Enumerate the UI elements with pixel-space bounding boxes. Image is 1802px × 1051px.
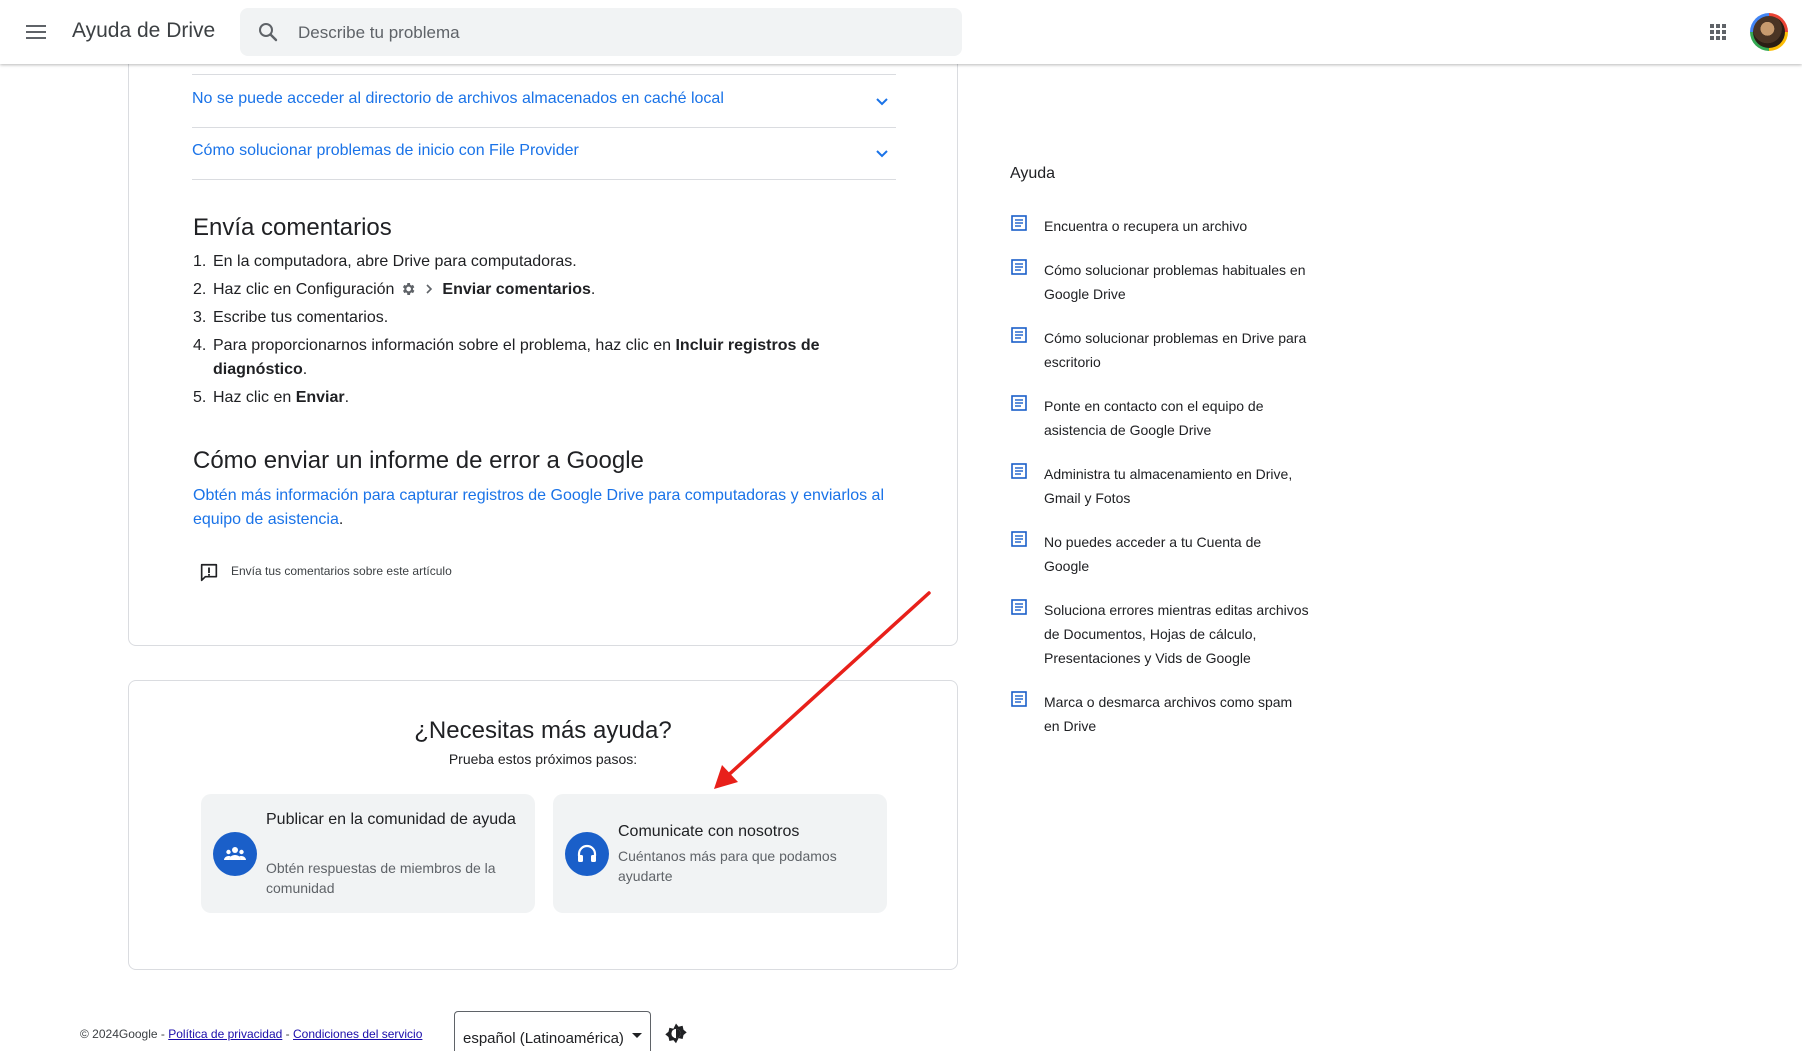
step-text: .	[302, 361, 308, 378]
search-icon	[259, 23, 278, 42]
step-text: Haz clic en Configuración	[213, 281, 395, 298]
step-bold-text: Enviar	[295, 389, 345, 406]
brightness-icon	[665, 1023, 687, 1044]
list-item: 2. Haz clic en Configuración Enviar comen…	[193, 278, 893, 302]
step-text: Para proporcionarnos información sobre e…	[213, 337, 676, 354]
accordion-item-cache-directory[interactable]: No se puede acceder al directorio de arc…	[192, 74, 896, 128]
search-box[interactable]	[240, 8, 962, 58]
sidebar-item-label: No puedes acceder a tu Cuenta de Google	[1044, 534, 1262, 574]
article-icon	[1011, 531, 1027, 547]
article-icon	[1011, 395, 1027, 411]
accordion-item-label: Cómo solucionar problemas de inicio con …	[192, 142, 579, 159]
feedback-icon	[200, 563, 218, 582]
step-text: .	[590, 281, 596, 298]
sidebar-title: Ayuda	[1010, 165, 1056, 182]
main-menu-button[interactable]	[20, 18, 52, 46]
app-title[interactable]: Ayuda de Drive	[72, 19, 215, 43]
section-heading-feedback: Envía comentarios	[193, 214, 392, 241]
step-text: Escribe tus comentarios.	[213, 309, 389, 326]
theme-toggle-button[interactable]	[664, 1022, 688, 1046]
sidebar-item-label: Cómo solucionar problemas en Drive para …	[1044, 330, 1307, 370]
copyright-text: © 2024Google	[80, 1027, 158, 1041]
paragraph-suffix: .	[338, 511, 344, 528]
contact-us-option-button[interactable]: Comunicate con nosotros Cuéntanos más pa…	[553, 794, 887, 913]
chevron-down-icon	[876, 150, 888, 158]
feedback-steps-list: 1. En la computadora, abre Drive para co…	[193, 250, 893, 414]
capture-logs-link[interactable]: Obtén más información para capturar regi…	[193, 487, 884, 528]
accordion-item-file-provider[interactable]: Cómo solucionar problemas de inicio con …	[192, 127, 896, 180]
sidebar-item-label: Ponte en contacto con el equipo de asist…	[1044, 398, 1264, 438]
footer-separator: -	[157, 1027, 169, 1041]
hamburger-menu-icon	[26, 25, 46, 39]
google-apps-button[interactable]	[1706, 20, 1730, 44]
chevron-down-icon	[876, 98, 888, 106]
sidebar-item-storage[interactable]: Administra tu almacenamiento en Drive, G…	[1010, 462, 1310, 510]
list-item: 1. En la computadora, abre Drive para co…	[193, 250, 893, 274]
step-number: 2.	[193, 281, 207, 298]
community-option-button[interactable]: Publicar en la comunidad de ayuda Obtén …	[201, 794, 535, 913]
list-item: 4. Para proporcionarnos información sobr…	[193, 334, 893, 382]
option-description: Obtén respuestas de miembros de la comun…	[266, 860, 496, 896]
top-app-bar: Ayuda de Drive	[0, 0, 1802, 64]
article-icon	[1011, 215, 1027, 231]
contact-icon-circle	[565, 832, 609, 876]
apps-grid-icon	[1710, 24, 1726, 40]
sidebar-item-label: Soluciona errores mientras editas archiv…	[1044, 602, 1309, 666]
footer-links: © 2024Google - Política de privacidad - …	[80, 1027, 422, 1041]
step-text: Haz clic en	[213, 389, 296, 406]
article-icon	[1011, 327, 1027, 343]
sidebar-item-contact-support[interactable]: Ponte en contacto con el equipo de asist…	[1010, 394, 1310, 442]
option-title: Comunicate con nosotros	[618, 823, 800, 840]
sidebar-item-label: Encuentra o recupera un archivo	[1044, 218, 1248, 234]
sidebar-item-find-file[interactable]: Encuentra o recupera un archivo	[1010, 214, 1310, 238]
feedback-link-label: Envía tus comentarios sobre este artícul…	[231, 564, 452, 578]
step-bold-text: Enviar comentarios	[442, 281, 591, 298]
option-description: Cuéntanos más para que podamos ayudarte	[618, 848, 837, 884]
section-heading-error-report: Cómo enviar un informe de error a Google	[193, 447, 644, 474]
sidebar-item-spam[interactable]: Marca o desmarca archivos como spam en D…	[1010, 690, 1310, 738]
error-report-paragraph: Obtén más información para capturar regi…	[193, 484, 905, 532]
article-icon	[1011, 599, 1027, 615]
option-title: Publicar en la comunidad de ayuda	[266, 811, 516, 828]
privacy-policy-link[interactable]: Política de privacidad	[168, 1027, 282, 1041]
sidebar-help-list: Encuentra o recupera un archivo Cómo sol…	[1010, 214, 1310, 758]
step-number: 1.	[193, 253, 207, 270]
article-icon	[1011, 463, 1027, 479]
sidebar-item-label: Cómo solucionar problemas habituales en …	[1044, 262, 1306, 302]
sidebar-item-account-access[interactable]: No puedes acceder a tu Cuenta de Google	[1010, 530, 1310, 578]
step-number: 4.	[193, 337, 207, 354]
list-item: 5. Haz clic en Enviar.	[193, 386, 893, 410]
headset-icon	[577, 844, 597, 862]
gear-icon	[403, 283, 415, 295]
people-group-icon	[224, 847, 246, 860]
accordion-item-label: No se puede acceder al directorio de arc…	[192, 90, 724, 107]
community-icon-circle	[213, 832, 257, 876]
language-select[interactable]: español (Latinoamérica)	[454, 1011, 651, 1051]
step-text: .	[344, 389, 350, 406]
sidebar-item-editing-errors[interactable]: Soluciona errores mientras editas archiv…	[1010, 598, 1310, 670]
list-item: 3. Escribe tus comentarios.	[193, 306, 893, 330]
chevron-right-icon	[426, 284, 433, 294]
article-icon	[1011, 259, 1027, 275]
sidebar-item-desktop-issues[interactable]: Cómo solucionar problemas en Drive para …	[1010, 326, 1310, 374]
step-text: En la computadora, abre Drive para compu…	[213, 253, 577, 270]
step-number: 3.	[193, 309, 207, 326]
terms-of-service-link[interactable]: Condiciones del servicio	[293, 1027, 422, 1041]
annotation-arrow	[714, 591, 931, 789]
step-number: 5.	[193, 389, 207, 406]
sidebar-item-common-issues[interactable]: Cómo solucionar problemas habituales en …	[1010, 258, 1310, 306]
article-icon	[1011, 691, 1027, 707]
search-input[interactable]	[296, 8, 940, 58]
sidebar-item-label: Marca o desmarca archivos como spam en D…	[1044, 694, 1293, 734]
account-avatar[interactable]	[1750, 13, 1788, 51]
language-selected-value: español (Latinoamérica)	[463, 1030, 624, 1047]
footer-separator: -	[282, 1027, 293, 1041]
sidebar-item-label: Administra tu almacenamiento en Drive, G…	[1044, 466, 1293, 506]
dropdown-caret-icon	[632, 1033, 642, 1038]
